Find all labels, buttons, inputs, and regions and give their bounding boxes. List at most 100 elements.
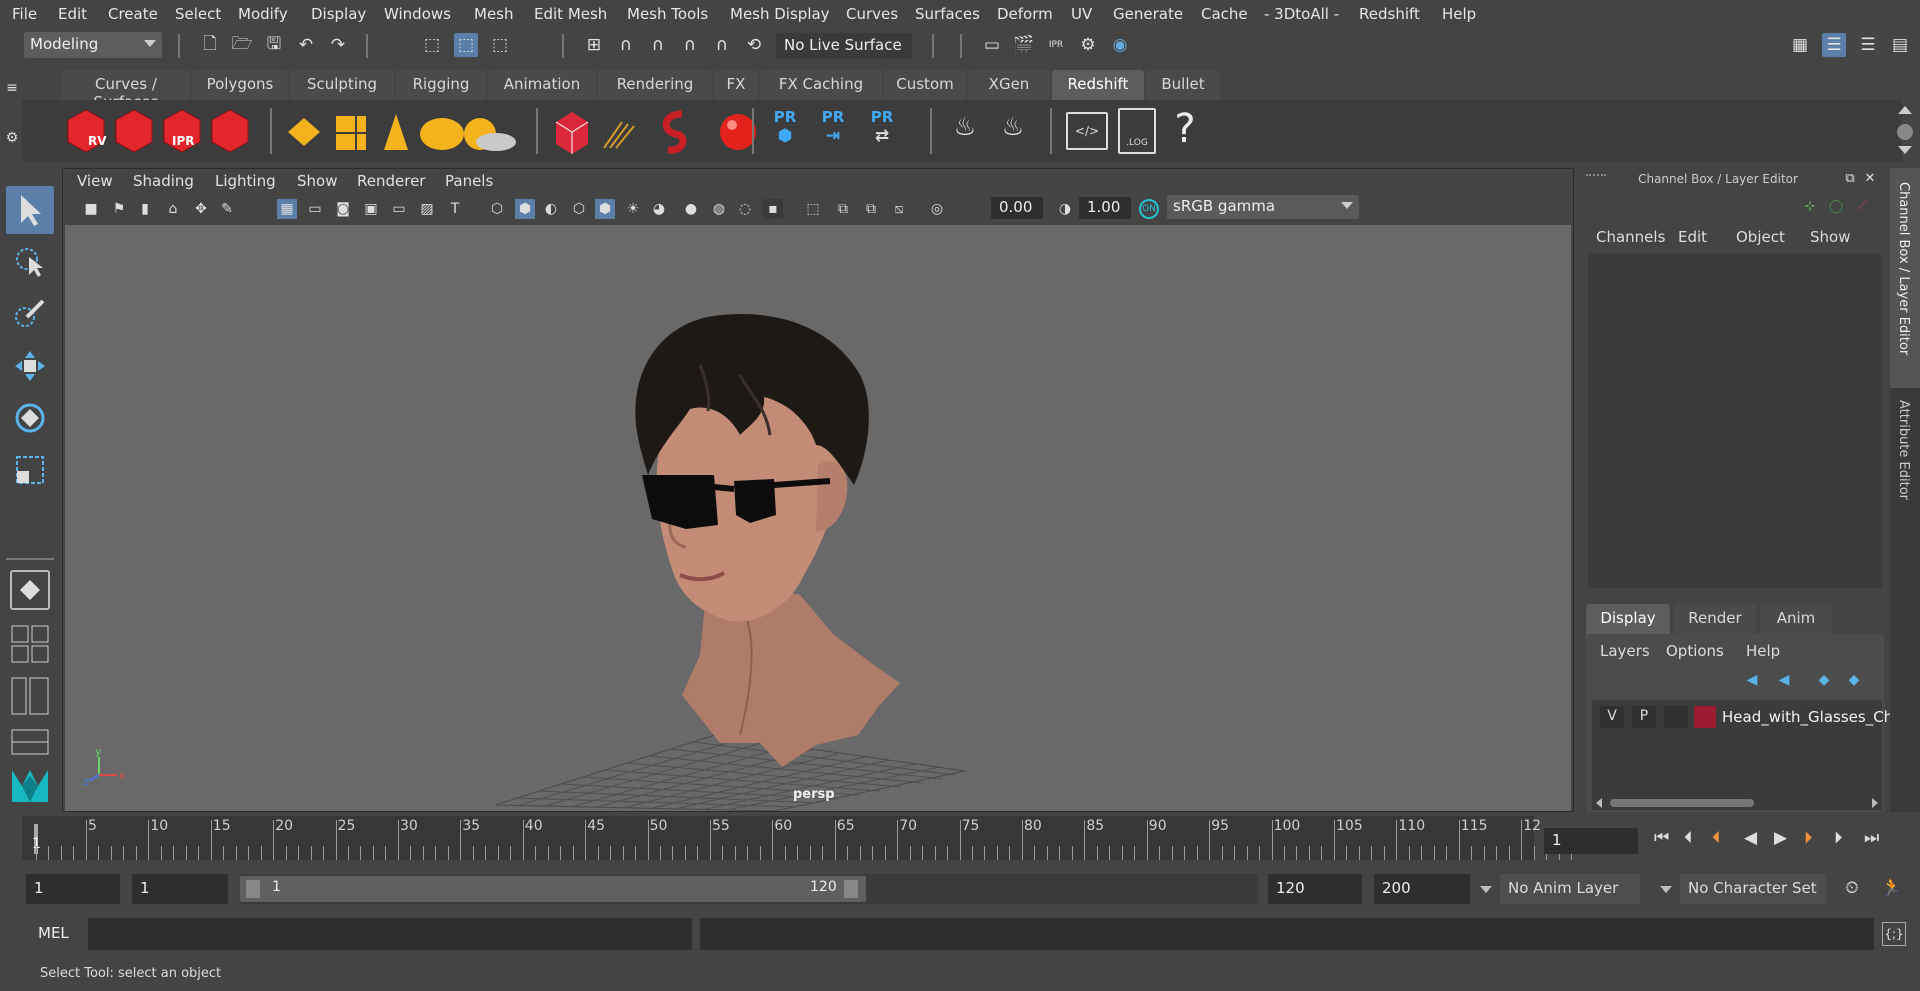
step-back-key-icon[interactable]: ⏴ (1712, 828, 1721, 848)
rotate-tool-icon[interactable] (6, 394, 54, 442)
image-plane-icon[interactable]: ⌂ (163, 199, 183, 219)
range-start-handle[interactable] (246, 880, 260, 898)
shelf-tab-fx-caching[interactable]: FX Caching (760, 70, 882, 100)
shelf-tab-curves-surfaces[interactable]: Curves / Surfaces (62, 70, 190, 111)
viewport-menu-renderer[interactable]: Renderer (357, 172, 425, 190)
safe-title-icon[interactable]: T (445, 199, 465, 219)
shelf-tab-animation[interactable]: Animation (488, 70, 596, 100)
redshift-render-settings-icon[interactable] (218, 112, 260, 154)
animation-preferences-icon[interactable]: ⏲ (1840, 876, 1864, 900)
new-scene-icon[interactable]: 🗋 (198, 33, 222, 57)
channel-menu-edit[interactable]: Edit (1678, 228, 1707, 246)
layer-playback-toggle[interactable]: P (1632, 706, 1656, 728)
script-editor-icon[interactable]: {;} (1882, 922, 1906, 946)
redshift-render-view-icon[interactable]: RV (82, 134, 122, 158)
ambient-occlusion-icon[interactable]: ● (681, 199, 701, 219)
move-tool-icon[interactable] (6, 342, 54, 390)
redshift-physical-light-icon[interactable] (286, 110, 326, 154)
view-transform-dropdown[interactable]: sRGB gamma (1167, 195, 1359, 219)
undo-icon[interactable]: ↶ (294, 33, 318, 57)
default-material-icon[interactable]: ◐ (541, 199, 561, 219)
shelf-scroll[interactable] (1894, 100, 1916, 162)
menu-modify[interactable]: Modify (238, 5, 288, 23)
menu-redshift[interactable]: Redshift (1359, 5, 1420, 23)
redshift-ies-light-icon[interactable] (380, 110, 420, 154)
single-perspective-layout-icon[interactable] (10, 570, 50, 610)
smooth-shade-icon[interactable]: ⬢ (515, 199, 535, 219)
xray-joints-icon[interactable]: ⧉ (861, 199, 881, 219)
redshift-curve-icon[interactable] (646, 108, 690, 154)
redshift-script-icon[interactable]: </> (1066, 112, 1108, 150)
shelf-tab-xgen[interactable]: XGen (968, 70, 1050, 100)
field-chart-icon[interactable]: ▭ (389, 199, 409, 219)
channel-list-area[interactable] (1588, 254, 1882, 588)
layer-menu-layers[interactable]: Layers (1600, 642, 1650, 660)
redshift-portal-light-icon[interactable] (334, 110, 374, 154)
redshift-bake-icon[interactable]: ♨ (944, 112, 986, 152)
side-tab-channel-box[interactable]: Channel Box / Layer Editor (1890, 168, 1920, 388)
scroll-up-icon[interactable] (1898, 106, 1912, 114)
render-settings-icon[interactable]: ⚙ (1076, 33, 1100, 57)
paint-select-tool-icon[interactable] (6, 290, 54, 338)
outliner-layout-icon[interactable] (10, 676, 50, 716)
scroll-handle[interactable] (1897, 124, 1913, 140)
channel-box-toggle-icon[interactable]: ☰ (1822, 33, 1846, 57)
shelf-tab-sculpting[interactable]: Sculpting (290, 70, 394, 100)
layer-row[interactable]: V P Head_with_Glasses_Ch (1592, 706, 1893, 730)
auto-key-icon[interactable]: 🏃 (1880, 876, 1904, 900)
menu-cache[interactable]: Cache (1201, 5, 1248, 23)
workspace-dropdown[interactable]: Modeling (24, 32, 162, 58)
camera-attributes-icon[interactable]: ⚑ (109, 199, 129, 219)
attribute-editor-toggle-icon[interactable]: ▤ (1888, 33, 1912, 57)
color-management-toggle-icon[interactable]: ON (1139, 199, 1159, 219)
step-forward-frame-icon[interactable]: ⏵ (1834, 828, 1843, 848)
tool-settings-toggle-icon[interactable]: ☰ (1856, 33, 1880, 57)
motion-blur-icon[interactable]: ◍ (709, 199, 729, 219)
redshift-pr-exchange-icon[interactable]: PR ⇄ (864, 108, 900, 154)
anti-aliasing-icon[interactable]: ◌ (735, 199, 755, 219)
snap-curve-icon[interactable]: ∩ (614, 33, 638, 57)
textured-icon[interactable]: ⬢ (595, 199, 615, 219)
snap-grid-icon[interactable]: ⊞ (582, 33, 606, 57)
menu-mesh-display[interactable]: Mesh Display (730, 5, 830, 23)
viewport-menu-lighting[interactable]: Lighting (215, 172, 276, 190)
command-language-label[interactable]: MEL (38, 924, 69, 942)
redshift-pr-object-icon[interactable]: PR ⬢ (768, 108, 802, 154)
live-surface-field[interactable]: No Live Surface (776, 33, 912, 59)
grease-pencil-icon[interactable]: ✎ (217, 199, 237, 219)
shelf-tab-rigging[interactable]: Rigging (396, 70, 486, 100)
animation-start-field[interactable]: 1 (26, 874, 120, 904)
menu-generate[interactable]: Generate (1113, 5, 1183, 23)
channel-sync-icon[interactable]: ◯ (1826, 196, 1846, 216)
viewport-menu-view[interactable]: View (77, 172, 113, 190)
scroll-left-icon[interactable] (1596, 798, 1602, 808)
redshift-batch-render-icon[interactable] (124, 112, 166, 154)
hypershade-icon[interactable]: ◉ (1108, 33, 1132, 57)
range-slider-track[interactable]: 1 120 (240, 874, 1258, 904)
time-slider[interactable]: 1 5 10 15 20 25 30 35 40 45 50 55 60 65 70 75 80 85 90 95 1… (22, 816, 1573, 860)
step-back-frame-icon[interactable]: ⏴ (1684, 828, 1693, 848)
shelf-tab-bullet[interactable]: Bullet (1146, 70, 1220, 100)
range-end-handle[interactable] (844, 880, 858, 898)
chevron-down-icon[interactable] (1480, 886, 1492, 893)
redshift-hair-icon[interactable] (600, 108, 640, 154)
side-tab-attribute-editor[interactable]: Attribute Editor (1890, 394, 1920, 504)
shadows-icon[interactable]: ◕ (649, 199, 669, 219)
layer-tab-anim[interactable]: Anim (1760, 604, 1832, 634)
menu-windows[interactable]: Windows (384, 5, 451, 23)
close-icon[interactable]: ✕ (1862, 170, 1878, 186)
new-empty-layer-icon[interactable]: ◆ (1814, 670, 1834, 690)
viewport-menu-show[interactable]: Show (297, 172, 337, 190)
range-slider-handle[interactable]: 1 120 (240, 876, 866, 902)
float-panel-icon[interactable]: ⧉ (1842, 170, 1858, 186)
menu-create[interactable]: Create (108, 5, 158, 23)
lasso-icon[interactable]: ⟲ (742, 33, 766, 57)
ipr-render-icon[interactable]: IPR (1044, 33, 1068, 57)
shelf-menu-icon[interactable]: ≡ (0, 76, 24, 100)
shelf-tab-polygons[interactable]: Polygons (192, 70, 288, 100)
redshift-dome-light-icon[interactable] (422, 110, 466, 154)
snap-live-icon[interactable]: ∩ (710, 33, 734, 57)
layer-tab-display[interactable]: Display (1586, 604, 1670, 634)
menu-edit-mesh[interactable]: Edit Mesh (534, 5, 607, 23)
menu-deform[interactable]: Deform (997, 5, 1053, 23)
